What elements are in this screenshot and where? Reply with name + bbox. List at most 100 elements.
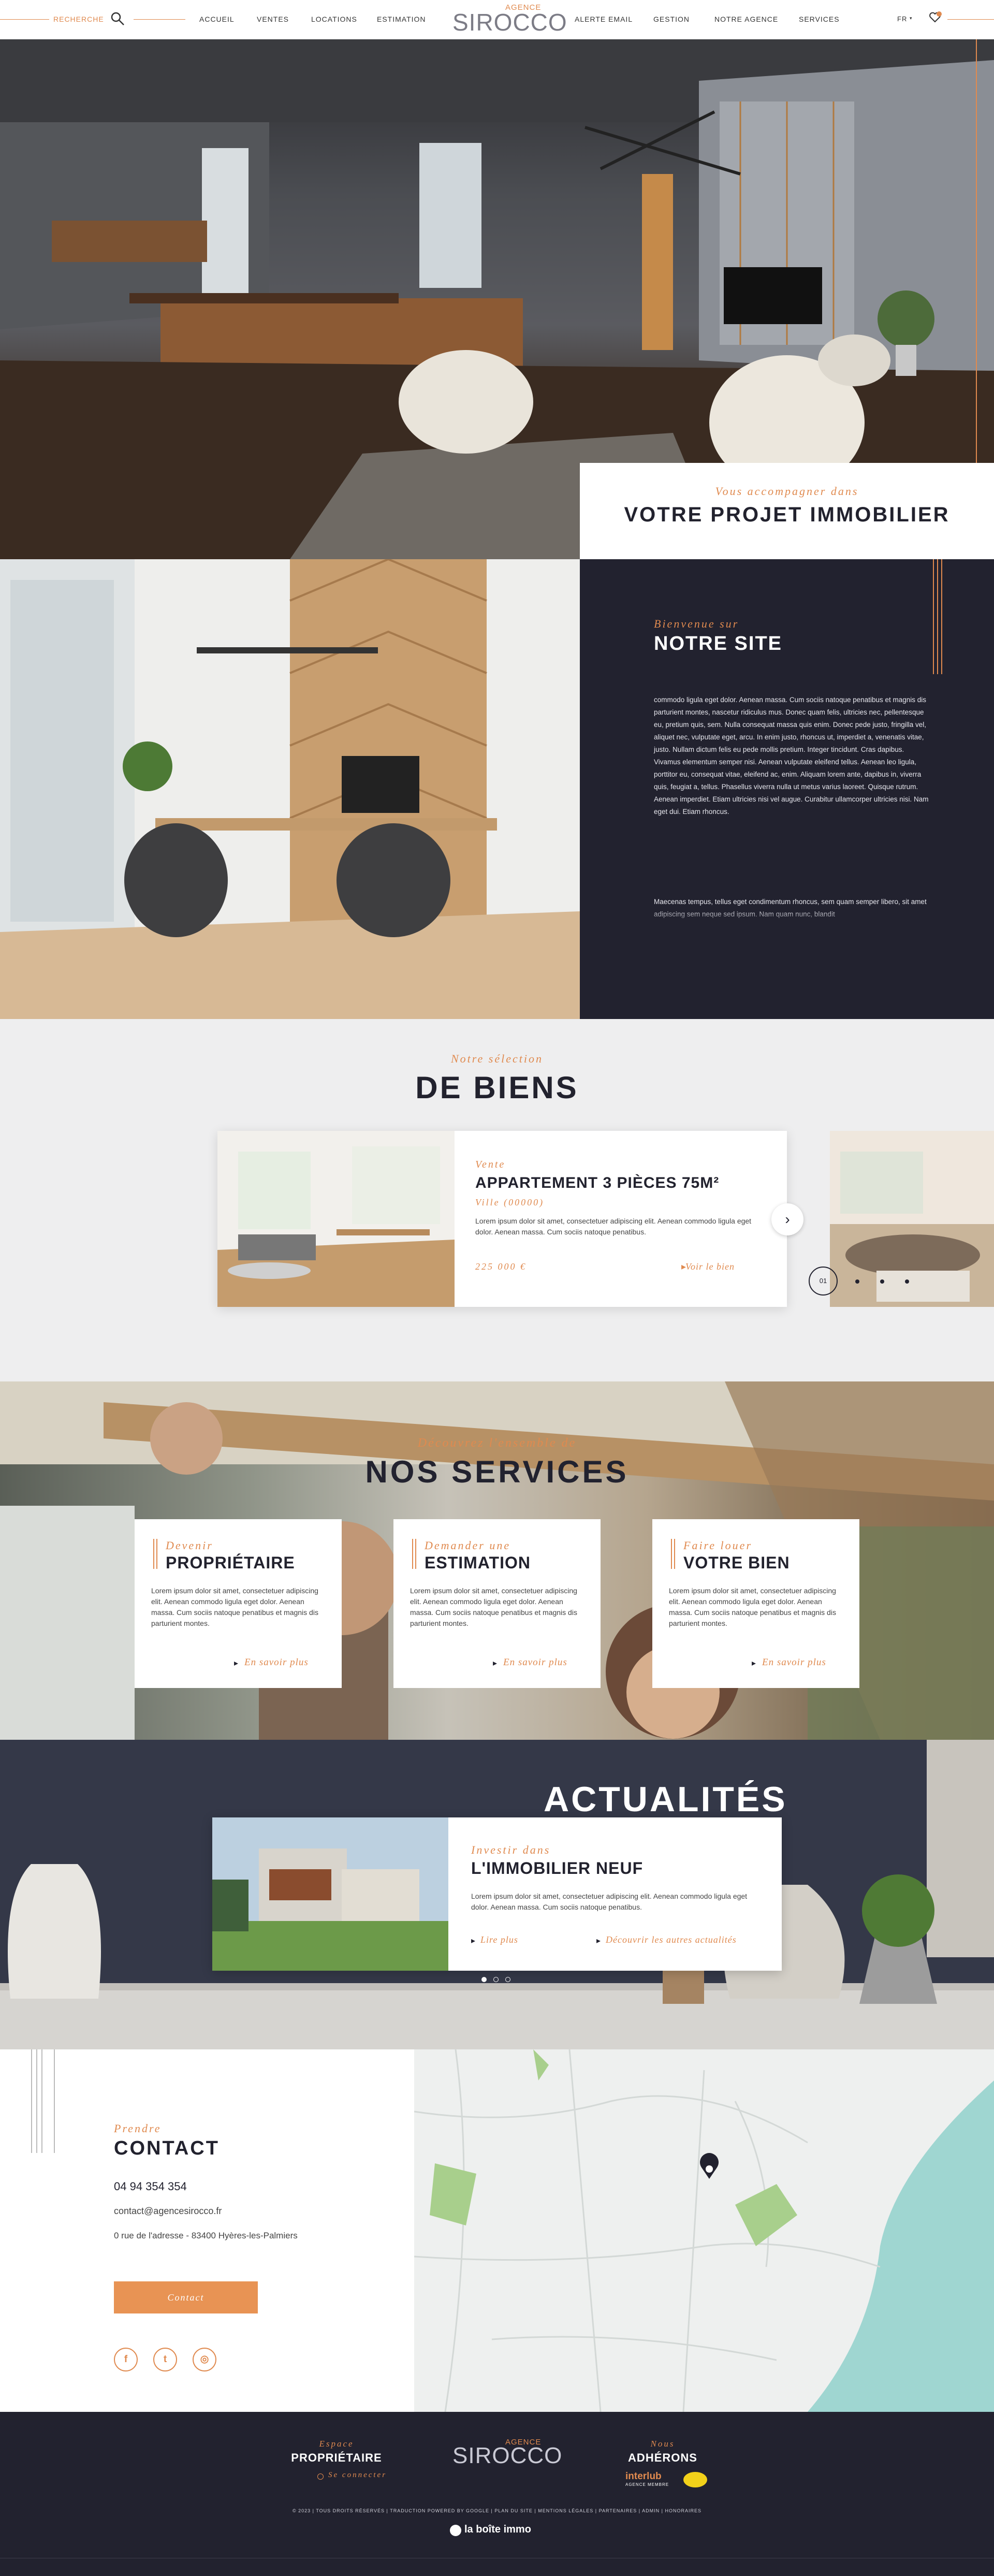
map-image bbox=[414, 2049, 994, 2412]
language-selector[interactable]: FR bbox=[897, 15, 907, 23]
footer-logo[interactable]: AGENCE SIROCCO bbox=[448, 2436, 562, 2472]
decorative-line bbox=[36, 2049, 37, 2153]
service-link[interactable]: En savoir plus bbox=[762, 1657, 826, 1668]
contact-title: CONTACT bbox=[114, 2137, 220, 2159]
arrow-right-icon: ▸ bbox=[493, 1659, 498, 1668]
service-text: Lorem ipsum dolor sit amet, consectetuer… bbox=[669, 1587, 836, 1627]
arrow-right-icon: ▸ bbox=[596, 1937, 601, 1945]
property-city: Ville (00000) bbox=[475, 1197, 545, 1207]
service-link[interactable]: En savoir plus bbox=[244, 1657, 309, 1668]
decorative-line bbox=[156, 1539, 157, 1569]
agency-logo[interactable]: AGENCE SIROCCO bbox=[448, 1, 567, 37]
carousel-dot[interactable] bbox=[481, 1977, 487, 1982]
news-title: ACTUALITÉS bbox=[544, 1780, 787, 1819]
nav-divider bbox=[947, 19, 994, 20]
decorative-line bbox=[412, 1539, 413, 1569]
footer-owner-title: PROPRIÉTAIRE bbox=[291, 2451, 382, 2464]
decorative-line bbox=[41, 2049, 42, 2153]
nav-divider bbox=[134, 19, 185, 20]
decorative-line bbox=[976, 39, 977, 536]
decorative-line bbox=[415, 1539, 416, 1569]
partner-logo[interactable]: interlub bbox=[625, 2471, 662, 2482]
decorative-line bbox=[153, 1539, 154, 1569]
decorative-line bbox=[671, 1539, 672, 1569]
decorative-line bbox=[937, 559, 938, 674]
nav-link-estimation[interactable]: ESTIMATION bbox=[377, 15, 426, 23]
welcome-title: NOTRE SITE bbox=[654, 633, 783, 654]
brand-icon bbox=[450, 2525, 461, 2536]
carousel-dot[interactable] bbox=[505, 1977, 510, 1982]
facebook-icon[interactable]: f bbox=[114, 2348, 138, 2371]
page-indicator-number: 01 bbox=[819, 1277, 827, 1285]
welcome-section: Bienvenue sur NOTRE SITE commodo ligula … bbox=[0, 559, 994, 1019]
footer-legal-links[interactable]: © 2023 | TOUS DROITS RÉSERVÉS | TRADUCTI… bbox=[0, 2508, 994, 2513]
carousel-dot[interactable] bbox=[880, 1279, 884, 1284]
property-card[interactable]: Vente APPARTEMENT 3 PIÈCES 75M² Ville (0… bbox=[217, 1131, 787, 1307]
hero-subtitle: Vous accompagner dans bbox=[715, 485, 859, 498]
news-read-more-link[interactable]: Lire plus bbox=[480, 1934, 518, 1945]
decorative-line bbox=[674, 1539, 675, 1569]
service-text: Lorem ipsum dolor sit amet, consectetuer… bbox=[410, 1587, 577, 1627]
footer-login-link[interactable]: Se connecter bbox=[328, 2471, 387, 2480]
service-link[interactable]: En savoir plus bbox=[503, 1657, 567, 1668]
carousel-dot[interactable] bbox=[855, 1279, 859, 1284]
welcome-subtitle: Bienvenue sur bbox=[654, 617, 739, 630]
news-card[interactable]: Investir dans L'IMMOBILIER NEUF Lorem ip… bbox=[212, 1817, 782, 1971]
site-footer: Espace PROPRIÉTAIRE Se connecter AGENCE … bbox=[0, 2412, 994, 2576]
nav-link-ventes[interactable]: VENTES bbox=[257, 15, 289, 23]
services-title: NOS SERVICES bbox=[365, 1454, 629, 1489]
service-title: ESTIMATION bbox=[425, 1553, 531, 1572]
location-map[interactable] bbox=[414, 2049, 994, 2412]
property-title: APPARTEMENT 3 PIÈCES 75M² bbox=[475, 1174, 720, 1191]
nav-link-services[interactable]: SERVICES bbox=[799, 15, 840, 23]
footer-logo-main: SIROCCO bbox=[452, 2443, 563, 2468]
search-icon[interactable] bbox=[110, 11, 125, 28]
selection-subtitle: Notre sélection bbox=[451, 1052, 543, 1065]
instagram-icon[interactable]: ◎ bbox=[193, 2348, 216, 2371]
service-card-votre-bien[interactable]: Faire louer VOTRE BIEN Lorem ipsum dolor… bbox=[652, 1519, 859, 1688]
service-title: PROPRIÉTAIRE bbox=[166, 1553, 295, 1572]
footer-brand[interactable]: la boîte immo bbox=[464, 2524, 531, 2536]
service-subtitle: Faire louer bbox=[683, 1539, 752, 1552]
nav-link-locations[interactable]: LOCATIONS bbox=[311, 15, 357, 23]
hero-title-card: Vous accompagner dans VOTRE PROJET IMMOB… bbox=[580, 463, 994, 559]
heart-icon[interactable] bbox=[928, 10, 942, 26]
arrow-right-icon: ▸ bbox=[234, 1659, 239, 1668]
nav-link-gestion[interactable]: GESTION bbox=[653, 15, 690, 23]
decorative-line bbox=[31, 2049, 32, 2153]
office-image bbox=[0, 559, 580, 1019]
chevron-down-icon[interactable]: ▾ bbox=[910, 16, 912, 21]
top-navigation: RECHERCHE ACCUEIL VENTES LOCATIONS ESTIM… bbox=[0, 0, 994, 39]
arrow-right-icon: ▸ bbox=[752, 1659, 756, 1668]
twitter-icon[interactable]: t bbox=[153, 2348, 177, 2371]
search-label[interactable]: RECHERCHE bbox=[53, 15, 104, 23]
service-card-estimation[interactable]: Demander une ESTIMATION Lorem ipsum dolo… bbox=[393, 1519, 601, 1688]
news-all-link[interactable]: Découvrir les autres actualités bbox=[606, 1934, 737, 1945]
news-card-title: L'IMMOBILIER NEUF bbox=[471, 1859, 644, 1878]
contact-phone[interactable]: 04 94 354 354 bbox=[114, 2180, 187, 2193]
partner-logo-sub: AGENCE MEMBRE bbox=[625, 2482, 669, 2487]
hero-title: VOTRE PROJET IMMOBILIER bbox=[624, 503, 950, 526]
service-text: Lorem ipsum dolor sit amet, consectetuer… bbox=[151, 1587, 318, 1627]
service-card-proprietaire[interactable]: Devenir PROPRIÉTAIRE Lorem ipsum dolor s… bbox=[135, 1519, 342, 1688]
selection-title: DE BIENS bbox=[415, 1070, 579, 1105]
page-indicator[interactable]: 01 bbox=[809, 1267, 838, 1296]
footer-member-label: Nous bbox=[650, 2439, 675, 2449]
login-icon[interactable] bbox=[317, 2473, 324, 2480]
next-property-image[interactable] bbox=[830, 1131, 994, 1307]
decorative-line bbox=[941, 559, 942, 674]
nav-link-alerte-email[interactable]: ALERTE EMAIL bbox=[575, 15, 633, 23]
welcome-paragraph: commodo ligula eget dolor. Aenean massa.… bbox=[654, 696, 929, 816]
partner-badge-icon[interactable] bbox=[683, 2472, 707, 2487]
nav-link-accueil[interactable]: ACCUEIL bbox=[199, 15, 235, 23]
property-description: Lorem ipsum dolor sit amet, consectetuer… bbox=[475, 1217, 752, 1236]
decorative-line bbox=[54, 2049, 55, 2153]
arrow-right-icon: ▸ bbox=[471, 1937, 476, 1945]
contact-button[interactable]: Contact bbox=[114, 2281, 258, 2313]
view-property-link[interactable]: Voir le bien bbox=[685, 1261, 735, 1272]
carousel-next-button[interactable]: › bbox=[771, 1203, 803, 1235]
carousel-dot[interactable] bbox=[493, 1977, 499, 1982]
contact-email[interactable]: contact@agencesirocco.fr bbox=[114, 2206, 222, 2217]
carousel-dot[interactable] bbox=[905, 1279, 909, 1284]
nav-link-notre-agence[interactable]: NOTRE AGENCE bbox=[714, 15, 778, 23]
